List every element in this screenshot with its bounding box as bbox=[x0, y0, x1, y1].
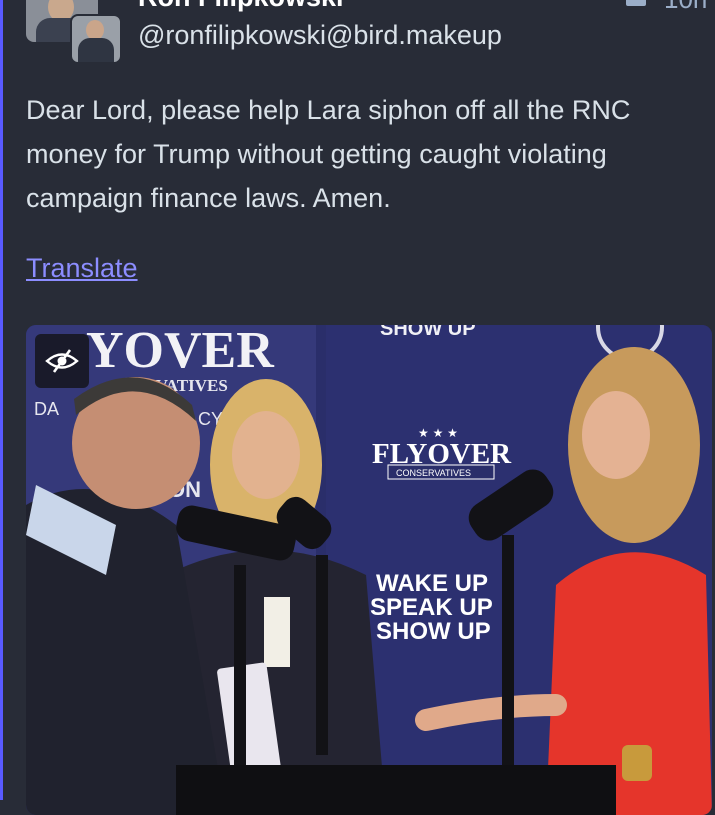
eye-slash-icon bbox=[45, 349, 79, 373]
backdrop-text-da: DA bbox=[34, 399, 59, 419]
backdrop-text-slogan-1: WAKE UP bbox=[376, 570, 488, 597]
translate-link[interactable]: Translate bbox=[26, 253, 138, 284]
hide-media-button[interactable] bbox=[35, 334, 89, 388]
backdrop-text-show-up-top: SHOW UP bbox=[380, 325, 476, 340]
post-timestamp[interactable]: 10h bbox=[664, 0, 707, 15]
unlisted-icon bbox=[626, 0, 646, 6]
backdrop-text-slogan-3: SHOW UP bbox=[376, 618, 491, 645]
media-attachment[interactable]: YOVER RVATIVES SHOW UP DA CY W ON ★ ★ ★ … bbox=[26, 325, 712, 815]
post-content: Dear Lord, please help Lara siphon off a… bbox=[26, 95, 631, 213]
display-name[interactable]: Ron Filipkowski bbox=[138, 0, 344, 13]
account-handle[interactable]: @ronfilipkowski@bird.makeup bbox=[138, 20, 502, 51]
backdrop-text-flyover-top: YOVER bbox=[86, 325, 275, 379]
backdrop-text-slogan-2: SPEAK UP bbox=[370, 594, 493, 621]
backdrop-text-conservatives-logo: CONSERVATIVES bbox=[396, 468, 471, 478]
thread-accent-line bbox=[0, 0, 3, 800]
account-avatar-overlay[interactable] bbox=[70, 14, 122, 64]
